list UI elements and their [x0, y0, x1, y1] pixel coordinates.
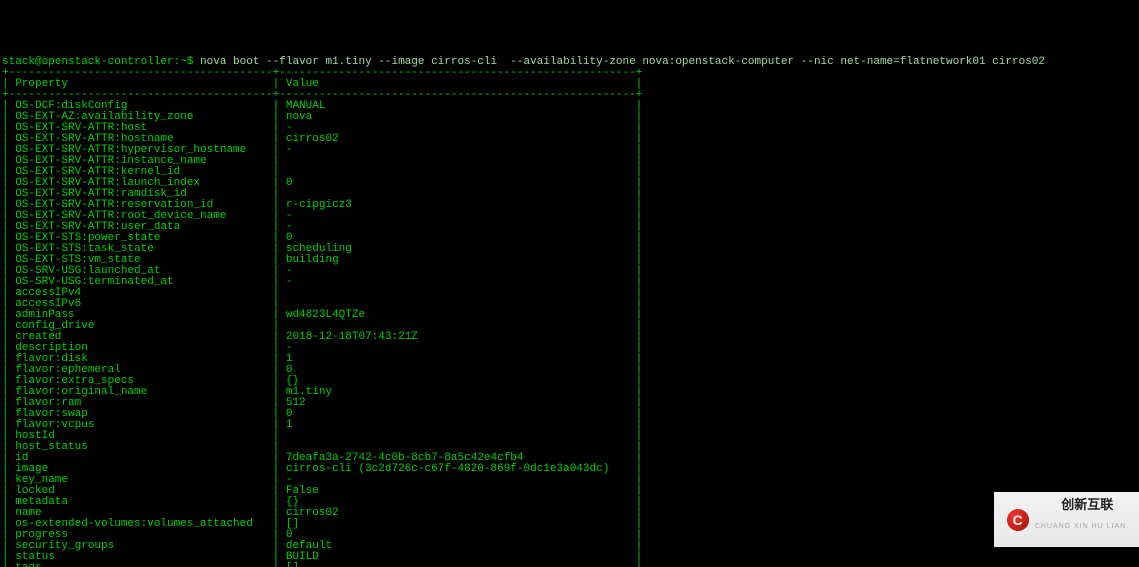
- watermark-brand: 创新互联: [1061, 497, 1113, 512]
- terminal[interactable]: stack@openstack-controller:~$ nova boot …: [0, 55, 1139, 567]
- watermark-badge: C 创新互联 CHUANG XIN HU LIAN: [994, 492, 1139, 547]
- watermark-sub: CHUANG XIN HU LIAN: [1035, 523, 1127, 531]
- watermark-logo-icon: C: [1007, 509, 1029, 531]
